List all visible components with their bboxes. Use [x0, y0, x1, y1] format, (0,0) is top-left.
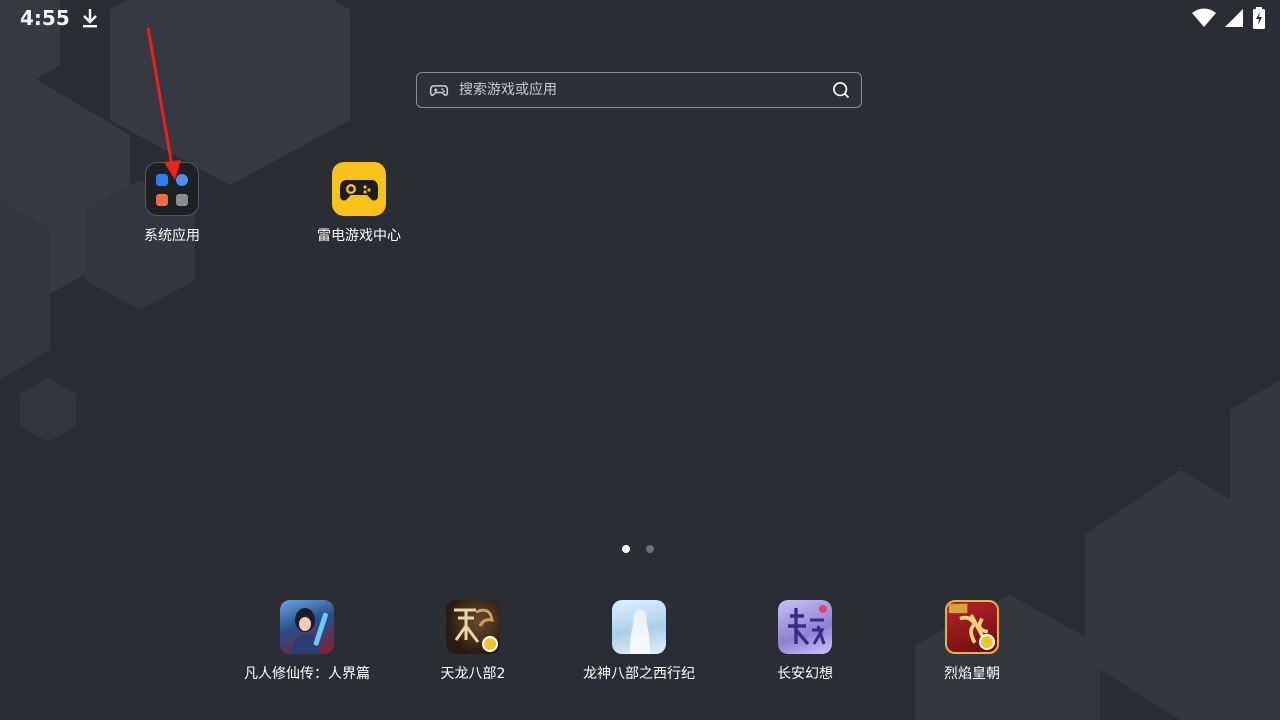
app-label: 天龙八部2: [440, 666, 506, 682]
game-icon: [778, 600, 832, 654]
download-icon: [83, 9, 97, 28]
game-icon: [280, 600, 334, 654]
dock-app-tianlong[interactable]: 天龙八部2: [393, 600, 553, 683]
app-label: 长安幻想: [777, 666, 833, 682]
controller-icon: [340, 180, 378, 201]
character-portrait: [290, 608, 328, 654]
gamepad-badge-icon: [979, 634, 995, 650]
app-game-center[interactable]: 雷电游戏中心: [304, 162, 414, 245]
gamepad-icon: [429, 85, 449, 96]
app-label: 系统应用: [144, 228, 200, 244]
page-dot-1[interactable]: [622, 545, 630, 553]
folder-icon: [145, 162, 199, 216]
character-portrait: [630, 609, 650, 654]
game-icon: [945, 600, 999, 654]
dock-app-fanren[interactable]: 凡人修仙传：人界篇: [227, 600, 387, 683]
app-label: 雷电游戏中心: [317, 228, 401, 244]
signal-icon: [1225, 9, 1243, 27]
search-icon[interactable]: [831, 80, 851, 100]
browser-mini-icon: [176, 174, 188, 186]
dock-app-changan[interactable]: 长安幻想: [725, 600, 885, 683]
dock-app-longshen[interactable]: 龙神八部之西行纪: [559, 600, 719, 683]
gamepad-icon: [332, 162, 386, 216]
changan-logo: [788, 605, 827, 646]
file-mini-icon: [156, 194, 168, 206]
app-label: 凡人修仙传：人界篇: [244, 666, 370, 682]
search-bar[interactable]: [416, 72, 862, 108]
app-system-apps-folder[interactable]: 系统应用: [117, 162, 227, 245]
app-label: 龙神八部之西行纪: [583, 666, 695, 682]
app-label: 烈焰皇朝: [944, 666, 1000, 682]
dock-app-lieyan[interactable]: 烈焰皇朝: [892, 600, 1052, 683]
battery-charging-icon: [1253, 7, 1265, 29]
page-dot-2[interactable]: [646, 545, 654, 553]
game-icon: [446, 600, 500, 654]
status-icons: [1192, 7, 1266, 29]
page-indicator: [622, 545, 654, 553]
game-icon: [612, 600, 666, 654]
gamepad-badge-icon: [482, 636, 498, 652]
search-input[interactable]: [457, 81, 831, 99]
status-time: 4:55: [20, 6, 70, 30]
wifi-icon: [1192, 8, 1216, 27]
contacts-mini-icon: [176, 194, 188, 206]
settings-mini-icon: [156, 174, 168, 186]
